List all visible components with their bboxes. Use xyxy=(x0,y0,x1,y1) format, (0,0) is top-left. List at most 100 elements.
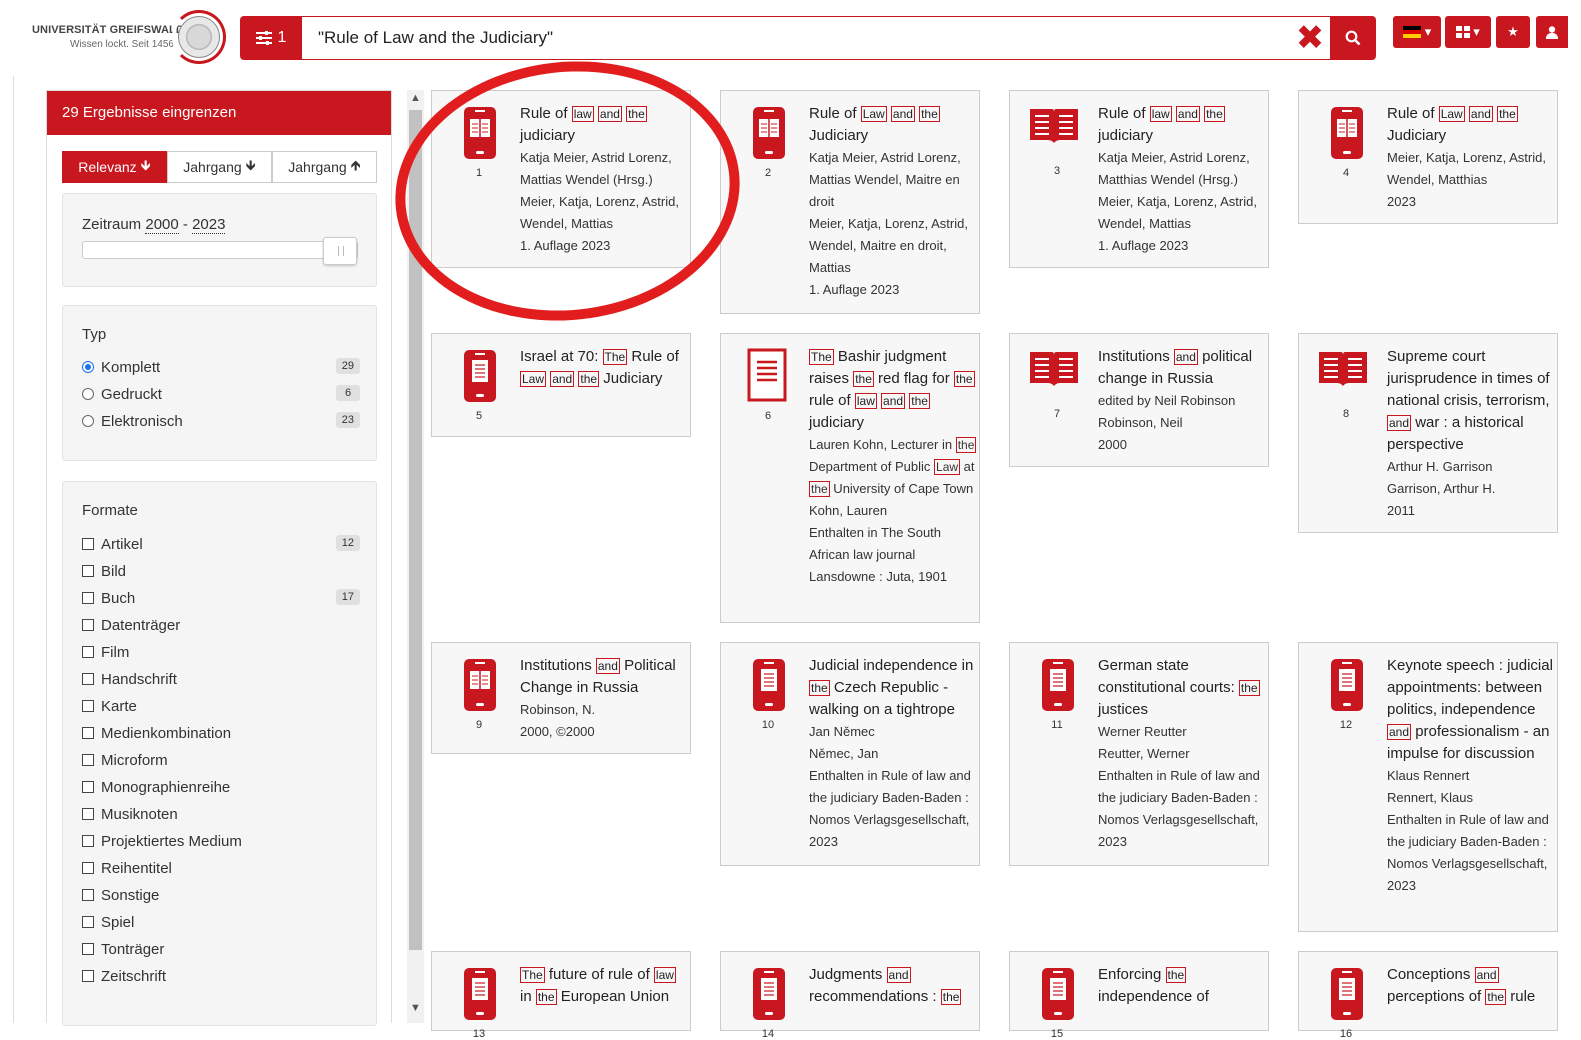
result-title[interactable]: Judicial independence in the Czech Repub… xyxy=(809,655,977,721)
checkbox[interactable] xyxy=(82,862,94,874)
result-title[interactable]: Institutions and political change in Rus… xyxy=(1098,346,1266,390)
checkbox[interactable] xyxy=(82,781,94,793)
result-title[interactable]: Supreme court jurisprudence in times of … xyxy=(1387,346,1555,456)
format-option[interactable]: Musiknoten xyxy=(82,803,360,825)
result-title[interactable]: Institutions and Political Change in Rus… xyxy=(520,655,688,699)
checkbox[interactable] xyxy=(82,916,94,928)
result-card[interactable]: 8 Supreme court jurisprudence in times of… xyxy=(1298,333,1558,533)
checkbox[interactable] xyxy=(82,754,94,766)
format-option[interactable]: Monographienreihe xyxy=(82,776,360,798)
checkbox[interactable] xyxy=(82,943,94,955)
university-logo[interactable]: UNIVERSITÄT GREIFSWALD Wissen lockt. Sei… xyxy=(28,8,228,66)
result-title[interactable]: Israel at 70: The Rule of Law and the Ju… xyxy=(520,346,688,390)
result-title[interactable]: Rule of Law and the Judiciary xyxy=(809,103,977,147)
result-card[interactable]: 11 German state constitutional courts: th… xyxy=(1009,642,1269,866)
user-button[interactable] xyxy=(1536,16,1568,48)
checkbox[interactable] xyxy=(82,565,94,577)
search-button[interactable] xyxy=(1330,16,1376,60)
search-input[interactable] xyxy=(302,16,1332,60)
result-title[interactable]: Rule of Law and the Judiciary xyxy=(1387,103,1555,147)
view-mode-button[interactable]: ▾ xyxy=(1445,16,1491,48)
checkbox[interactable] xyxy=(82,592,94,604)
format-option[interactable]: Handschrift xyxy=(82,668,360,690)
result-card[interactable]: 16 Conceptions and perceptions of the rul… xyxy=(1298,951,1558,1040)
format-option[interactable]: Buch 17 xyxy=(82,587,360,609)
result-number: 12 xyxy=(1339,719,1353,731)
results-scrollbar[interactable]: ▲ ▼ xyxy=(407,90,424,1023)
format-option[interactable]: Artikel 12 xyxy=(82,533,360,555)
option-label: Spiel xyxy=(101,913,135,931)
result-title[interactable]: Rule of law and the judiciary xyxy=(1098,103,1266,147)
result-card[interactable]: 5 Israel at 70: The Rule of Law and the J… xyxy=(431,333,691,437)
format-option[interactable]: Reihentitel xyxy=(82,857,360,879)
result-card[interactable]: 14 Judgments and recommendations : the xyxy=(720,951,980,1040)
scroll-up-icon[interactable]: ▲ xyxy=(410,92,421,104)
checkbox[interactable] xyxy=(82,835,94,847)
format-option[interactable]: Sonstige xyxy=(82,884,360,906)
sort-year-asc-button[interactable]: Jahrgang 🡹 xyxy=(272,151,377,183)
format-option[interactable]: Datenträger xyxy=(82,614,360,636)
scroll-thumb[interactable] xyxy=(409,110,422,950)
language-button[interactable]: ▾ xyxy=(1393,16,1441,48)
filter-toggle-button[interactable]: 1 xyxy=(240,16,302,60)
radio-button[interactable] xyxy=(82,361,94,373)
format-option[interactable]: Projektiertes Medium xyxy=(82,830,360,852)
highlighted-term: law xyxy=(1149,106,1172,122)
format-option[interactable]: Microform xyxy=(82,749,360,771)
favorites-button[interactable]: ★ xyxy=(1496,16,1530,48)
result-card[interactable]: 10 Judicial independence in the Czech Rep… xyxy=(720,642,980,866)
result-card[interactable]: 13 The future of rule of law in the Europ… xyxy=(431,951,691,1040)
sort-year-desc-button[interactable]: Jahrgang 🡻 xyxy=(167,151,272,183)
result-card[interactable]: 9 Institutions and Political Change in Ru… xyxy=(431,642,691,754)
radio-button[interactable] xyxy=(82,415,94,427)
result-title[interactable]: Judgments and recommendations : the xyxy=(809,964,977,1008)
type-option[interactable]: Komplett 29 xyxy=(82,356,360,378)
result-card[interactable]: 6 The Bashir judgment raises the red flag… xyxy=(720,333,980,623)
checkbox[interactable] xyxy=(82,808,94,820)
scroll-down-icon[interactable]: ▼ xyxy=(410,1002,421,1014)
format-option[interactable]: Bild xyxy=(82,560,360,582)
sort-relevance-button[interactable]: Relevanz 🡻 xyxy=(62,151,167,183)
result-card[interactable]: 4 Rule of Law and the Judiciary Meier, Kat… xyxy=(1298,90,1558,224)
checkbox[interactable] xyxy=(82,646,94,658)
result-title[interactable]: Keynote speech : judicial appointments: … xyxy=(1387,655,1555,765)
time-range-slider[interactable] xyxy=(82,237,358,265)
result-title[interactable]: German state constitutional courts: the … xyxy=(1098,655,1266,721)
result-card[interactable]: 3 Rule of law and the judiciary Katja Meie… xyxy=(1009,90,1269,268)
result-card[interactable]: 15 Enforcing the independence of xyxy=(1009,951,1269,1040)
result-title[interactable]: Conceptions and perceptions of the rule xyxy=(1387,964,1555,1008)
text-segment: perceptions of xyxy=(1387,988,1486,1005)
count-badge: 29 xyxy=(335,358,360,374)
checkbox[interactable] xyxy=(82,727,94,739)
result-title[interactable]: The future of rule of law in the Europea… xyxy=(520,964,688,1008)
result-card[interactable]: 7 Institutions and political change in Ru… xyxy=(1009,333,1269,467)
radio-button[interactable] xyxy=(82,388,94,400)
format-option[interactable]: Medienkombination xyxy=(82,722,360,744)
checkbox[interactable] xyxy=(82,970,94,982)
slider-handle[interactable] xyxy=(323,237,357,265)
result-title[interactable]: Rule of law and the judiciary xyxy=(520,103,688,147)
checkbox[interactable] xyxy=(82,673,94,685)
text-segment: 1. Auflage 2023 xyxy=(809,282,900,297)
format-option[interactable]: Film xyxy=(82,641,360,663)
clear-search-icon[interactable]: ✖ xyxy=(1294,21,1326,55)
format-option[interactable]: Zeitschrift xyxy=(82,965,360,987)
result-title[interactable]: Enforcing the independence of xyxy=(1098,964,1266,1008)
option-label: Datenträger xyxy=(101,616,181,634)
format-option[interactable]: Tonträger xyxy=(82,938,360,960)
result-card[interactable]: 1 Rule of law and the judiciary Katja Meie… xyxy=(431,90,691,268)
result-card[interactable]: 2 Rule of Law and the Judiciary Katja Meie… xyxy=(720,90,980,314)
text-segment: Department of Public xyxy=(809,459,935,474)
format-option[interactable]: Spiel xyxy=(82,911,360,933)
checkbox[interactable] xyxy=(82,538,94,550)
checkbox[interactable] xyxy=(82,889,94,901)
result-number: 13 xyxy=(472,1028,486,1040)
earticle-icon xyxy=(1329,657,1365,718)
checkbox[interactable] xyxy=(82,700,94,712)
result-card[interactable]: 12 Keynote speech : judicial appointments… xyxy=(1298,642,1558,932)
format-option[interactable]: Karte xyxy=(82,695,360,717)
type-option[interactable]: Elektronisch 23 xyxy=(82,410,360,432)
type-option[interactable]: Gedruckt 6 xyxy=(82,383,360,405)
result-title[interactable]: The Bashir judgment raises the red flag … xyxy=(809,346,977,434)
checkbox[interactable] xyxy=(82,619,94,631)
